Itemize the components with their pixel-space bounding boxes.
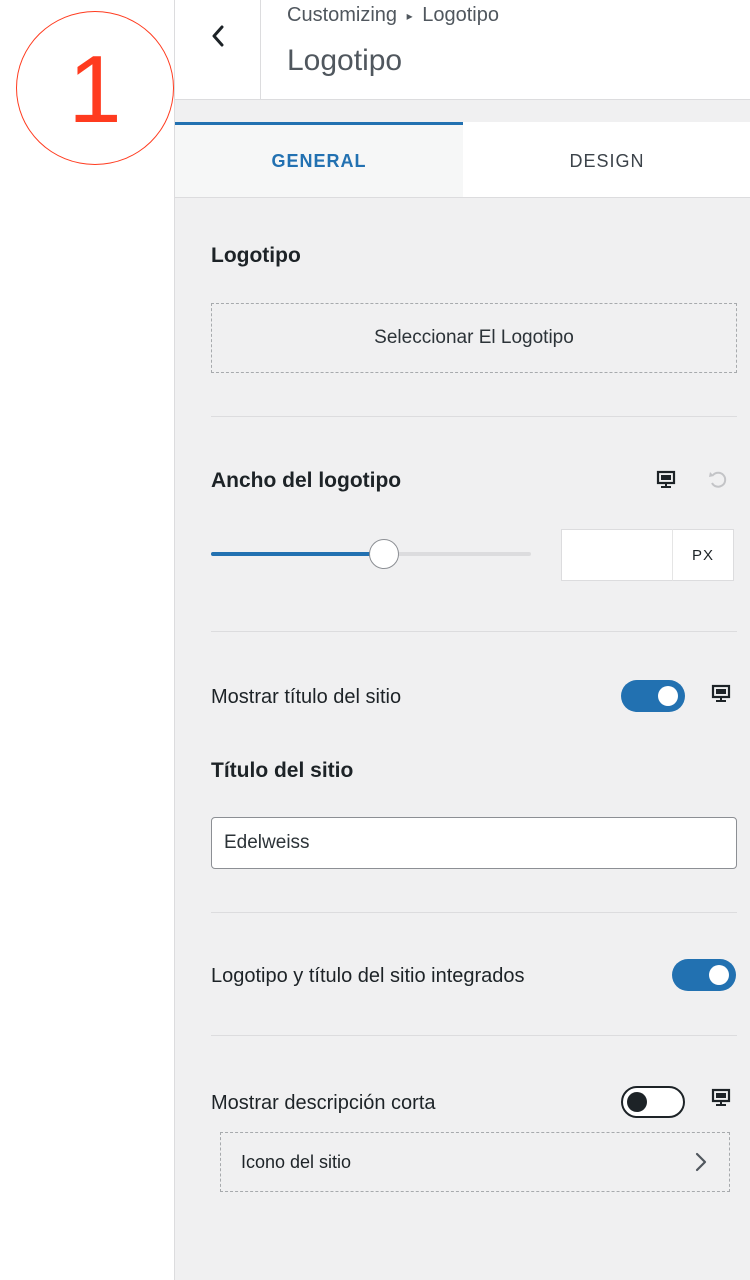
divider: [211, 912, 737, 913]
toggle-knob: [709, 965, 729, 985]
tab-design[interactable]: DESIGN: [463, 122, 750, 197]
breadcrumb: Customizing ▸ Logotipo: [287, 4, 499, 27]
desktop-icon[interactable]: [711, 1088, 731, 1108]
slider-fill: [211, 552, 384, 556]
slider-thumb[interactable]: [368, 539, 399, 569]
short-description-toggle[interactable]: [621, 1086, 685, 1118]
panel-header: Customizing ▸ Logotipo Logotipo: [175, 0, 750, 100]
chevron-left-icon: [212, 25, 223, 47]
divider: [211, 631, 737, 632]
customizer-panel: Customizing ▸ Logotipo Logotipo GENERAL …: [174, 0, 750, 1280]
site-icon-link[interactable]: Icono del sitio: [220, 1132, 730, 1192]
breadcrumb-current: Logotipo: [422, 4, 499, 26]
breadcrumb-root: Customizing: [287, 4, 398, 26]
select-logo-button[interactable]: Seleccionar El Logotipo: [211, 303, 737, 373]
page-title: Logotipo: [287, 44, 403, 77]
site-icon-label: Icono del sitio: [241, 1151, 352, 1172]
toggle-knob: [627, 1092, 647, 1112]
logo-width-label: Ancho del logotipo: [211, 469, 402, 492]
breadcrumb-separator: ▸: [406, 8, 413, 23]
logo-label: Logotipo: [211, 244, 301, 267]
divider: [211, 416, 737, 417]
short-description-label: Mostrar descripción corta: [211, 1092, 436, 1114]
site-title-label: Título del sitio: [211, 759, 354, 782]
desktop-icon[interactable]: [711, 684, 731, 704]
step-number: 1: [68, 36, 122, 143]
reset-icon[interactable]: [707, 469, 729, 491]
divider: [211, 1035, 737, 1036]
toggle-knob: [658, 686, 678, 706]
unit-selector[interactable]: PX: [672, 529, 734, 581]
logo-width-input[interactable]: [561, 529, 673, 581]
step-annotation-circle: 1: [16, 11, 174, 165]
tab-bar: GENERAL DESIGN: [175, 122, 750, 198]
chevron-right-icon: [695, 1152, 707, 1172]
integrated-toggle[interactable]: [672, 959, 736, 991]
site-title-input[interactable]: [211, 817, 737, 869]
tab-general[interactable]: GENERAL: [175, 122, 463, 197]
show-site-title-label: Mostrar título del sitio: [211, 686, 402, 708]
integrated-label: Logotipo y título del sitio integrados: [211, 965, 525, 987]
back-button[interactable]: [175, 0, 261, 100]
logo-width-slider[interactable]: [211, 539, 531, 569]
show-site-title-toggle[interactable]: [621, 680, 685, 712]
desktop-icon[interactable]: [656, 470, 676, 490]
